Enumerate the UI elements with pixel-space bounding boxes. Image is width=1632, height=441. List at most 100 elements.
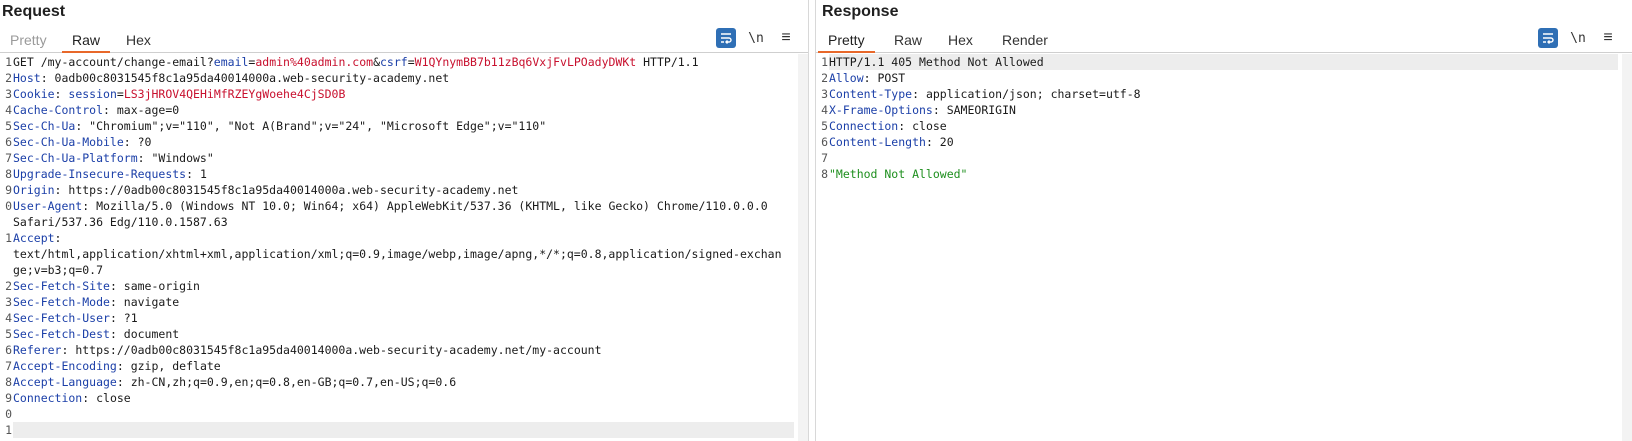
request-code-token: Accept-Encoding	[13, 359, 117, 373]
newline-toggle-icon[interactable]: \n	[1568, 28, 1588, 48]
request-tab-raw[interactable]: Raw	[62, 30, 111, 53]
request-code-line[interactable]: ge;v=b3;q=0.7	[13, 262, 794, 278]
menu-icon[interactable]: ≡	[776, 28, 796, 48]
request-line-number: 3	[5, 87, 12, 101]
request-editor[interactable]: 1 2 3 4 5 6 7 8 9 0 1 2 3 4 5 6 7 8 9 0 1 GET /my-account/ch…	[0, 54, 808, 441]
request-code-line[interactable]: text/html,application/xhtml+xml,applicat…	[13, 246, 794, 262]
response-title: Response	[822, 3, 899, 20]
request-line-number: 7	[5, 359, 12, 373]
response-code-line[interactable]: Content-Type: application/json; charset=…	[829, 86, 1618, 102]
request-code-token: Connection	[13, 391, 83, 405]
request-code-line[interactable]	[13, 422, 794, 438]
response-code-line[interactable]: X-Frame-Options: SAMEORIGIN	[829, 102, 1618, 118]
request-code-line[interactable]: Sec-Ch-Ua-Mobile: ?0	[13, 134, 794, 150]
request-code-line[interactable]	[13, 406, 794, 422]
newline-toggle-icon[interactable]: \n	[746, 28, 766, 48]
request-code-line[interactable]: Sec-Ch-Ua: "Chromium";v="110", "Not A(Br…	[13, 118, 794, 134]
request-code-line[interactable]: Sec-Fetch-Dest: document	[13, 326, 794, 342]
request-code-line[interactable]: Referer: https://0adb00c8031545f8c1a95da…	[13, 342, 794, 358]
request-code-line[interactable]: Host: 0adb00c8031545f8c1a95da40014000a.w…	[13, 70, 794, 86]
response-line-number: 5	[821, 119, 828, 133]
request-code-token: Accept-Language	[13, 375, 117, 389]
request-line-number	[0, 214, 12, 230]
request-code-line[interactable]: Sec-Fetch-User: ?1	[13, 310, 794, 326]
request-code-token: : gzip, deflate	[116, 359, 221, 373]
request-code-token: =	[116, 87, 124, 101]
request-code-token: Cookie	[13, 87, 55, 101]
response-line-numbers: 1 2 3 4 5 6 7 8	[816, 54, 828, 182]
response-code-token: : close	[898, 119, 947, 133]
response-line-number: 3	[821, 87, 828, 101]
request-code-token: W1QYnymBB7b11zBq6VxjFvLPOadyDWKt	[414, 55, 637, 69]
response-code-token: Content-Length	[829, 135, 926, 149]
request-line-number: 4	[5, 103, 12, 117]
request-line-number: 1	[5, 55, 12, 69]
request-line-number: 7	[5, 151, 12, 165]
request-line-number: 8	[5, 167, 12, 181]
word-wrap-icon[interactable]	[716, 28, 736, 48]
request-code-token: csrf	[380, 55, 408, 69]
request-line-number: 5	[5, 327, 12, 341]
request-code-token: : navigate	[109, 295, 180, 309]
response-line-number: 8	[821, 167, 828, 181]
response-tab-raw[interactable]: Raw	[884, 30, 932, 53]
request-code-token: text/html,application/xhtml+xml,applicat…	[13, 247, 782, 261]
response-tab-render[interactable]: Render	[992, 30, 1058, 53]
request-code-token: Sec-Fetch-Site	[13, 279, 110, 293]
request-code-token: Cache-Control	[13, 103, 104, 117]
request-code-token: Sec-Fetch-User	[13, 311, 110, 325]
response-code-line[interactable]: Connection: close	[829, 118, 1618, 134]
request-code-line[interactable]: Connection: close	[13, 390, 794, 406]
request-code-line[interactable]: Accept-Language: zh-CN,zh;q=0.9,en;q=0.8…	[13, 374, 794, 390]
response-code-line[interactable]: Allow: POST	[829, 70, 1618, 86]
response-tab-pretty[interactable]: Pretty	[818, 30, 875, 53]
request-code-token: : document	[109, 327, 180, 341]
response-editor[interactable]: 1 2 3 4 5 6 7 8 HTTP/1.1 405 Method Not Allowed…	[816, 54, 1632, 441]
request-tab-pretty[interactable]: Pretty	[0, 30, 57, 53]
request-code-line[interactable]: Accept-Encoding: gzip, deflate	[13, 358, 794, 374]
request-code-token: GET /my-account/change-email?	[13, 55, 214, 69]
request-code-token: Accept	[13, 231, 55, 245]
request-code-line[interactable]: Sec-Ch-Ua-Platform: "Windows"	[13, 150, 794, 166]
response-code-line[interactable]	[829, 150, 1618, 166]
response-code[interactable]: HTTP/1.1 405 Method Not Allowed Allow: PO…	[829, 54, 1618, 182]
request-code-token: &	[373, 55, 380, 69]
response-code-token: "Method Not Allowed"	[829, 167, 968, 181]
request-code-line[interactable]: Cache-Control: max-age=0	[13, 102, 794, 118]
request-scrollbar[interactable]	[798, 54, 808, 441]
response-code-line[interactable]: HTTP/1.1 405 Method Not Allowed	[829, 54, 1618, 70]
request-line-number: 5	[5, 119, 12, 133]
request-code-token: : close	[82, 391, 131, 405]
request-code-token: : https://0adb00c8031545f8c1a95da4001400…	[61, 343, 602, 357]
response-code-token: Connection	[829, 119, 899, 133]
request-code-line[interactable]: GET /my-account/change-email?email = admin…	[13, 54, 794, 70]
request-line-number: 0	[5, 199, 12, 213]
response-line-number: 6	[821, 135, 828, 149]
menu-icon[interactable]: ≡	[1598, 28, 1618, 48]
response-code-token: : 20	[925, 135, 954, 149]
response-code-line[interactable]: "Method Not Allowed"	[829, 166, 1618, 182]
request-code-token: Sec-Ch-Ua-Mobile	[13, 135, 124, 149]
response-code-line[interactable]: Content-Length: 20	[829, 134, 1618, 150]
request-code-line[interactable]: Sec-Fetch-Mode: navigate	[13, 294, 794, 310]
request-title: Request	[2, 3, 66, 20]
word-wrap-icon[interactable]	[1538, 28, 1558, 48]
request-code-line[interactable]: Cookie: session=LS3jHROV4QEHiMfRZEYgWoeh…	[13, 86, 794, 102]
request-code-line[interactable]: Safari/537.36 Edg/110.0.1587.63	[13, 214, 794, 230]
response-tab-hex[interactable]: Hex	[938, 30, 983, 53]
response-code-token: Content-Type	[829, 87, 913, 101]
request-code[interactable]: GET /my-account/change-email?email = admin…	[13, 54, 794, 438]
request-line-number: 2	[5, 71, 12, 85]
request-tab-hex[interactable]: Hex	[116, 30, 161, 53]
request-code-line[interactable]: Accept:	[13, 230, 794, 246]
response-code-token: : application/json; charset=utf-8	[912, 87, 1141, 101]
request-code-line[interactable]: Sec-Fetch-Site: same-origin	[13, 278, 794, 294]
response-scrollbar[interactable]	[1622, 54, 1632, 441]
request-code-line[interactable]: User-Agent: Mozilla/5.0 (Windows NT 10.0…	[13, 198, 794, 214]
request-code-line[interactable]: Origin: https://0adb00c8031545f8c1a95da4…	[13, 182, 794, 198]
request-line-number	[0, 262, 12, 278]
request-line-number	[0, 246, 12, 262]
request-code-line[interactable]: Upgrade-Insecure-Requests: 1	[13, 166, 794, 182]
request-line-number: 2	[5, 279, 12, 293]
request-code-token: : ?1	[109, 311, 138, 325]
